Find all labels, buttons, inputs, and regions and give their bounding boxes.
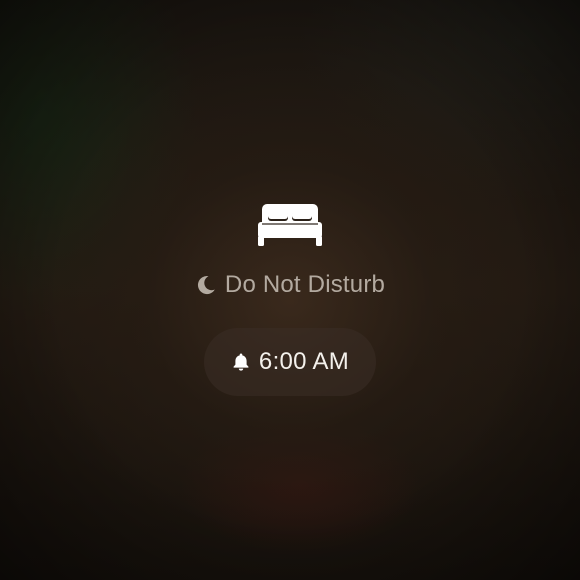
- sleep-lock-screen: Do Not Disturb 6:00 AM: [0, 0, 580, 580]
- focus-label: Do Not Disturb: [224, 271, 386, 298]
- bed-icon: [258, 204, 322, 246]
- moon-icon: [197, 276, 215, 295]
- bell-icon: [233, 353, 249, 371]
- alarm-time: 6:00 AM: [258, 348, 350, 375]
- focus-status: Do Not Disturb: [0, 268, 580, 302]
- alarm-button[interactable]: 6:00 AM: [204, 328, 376, 396]
